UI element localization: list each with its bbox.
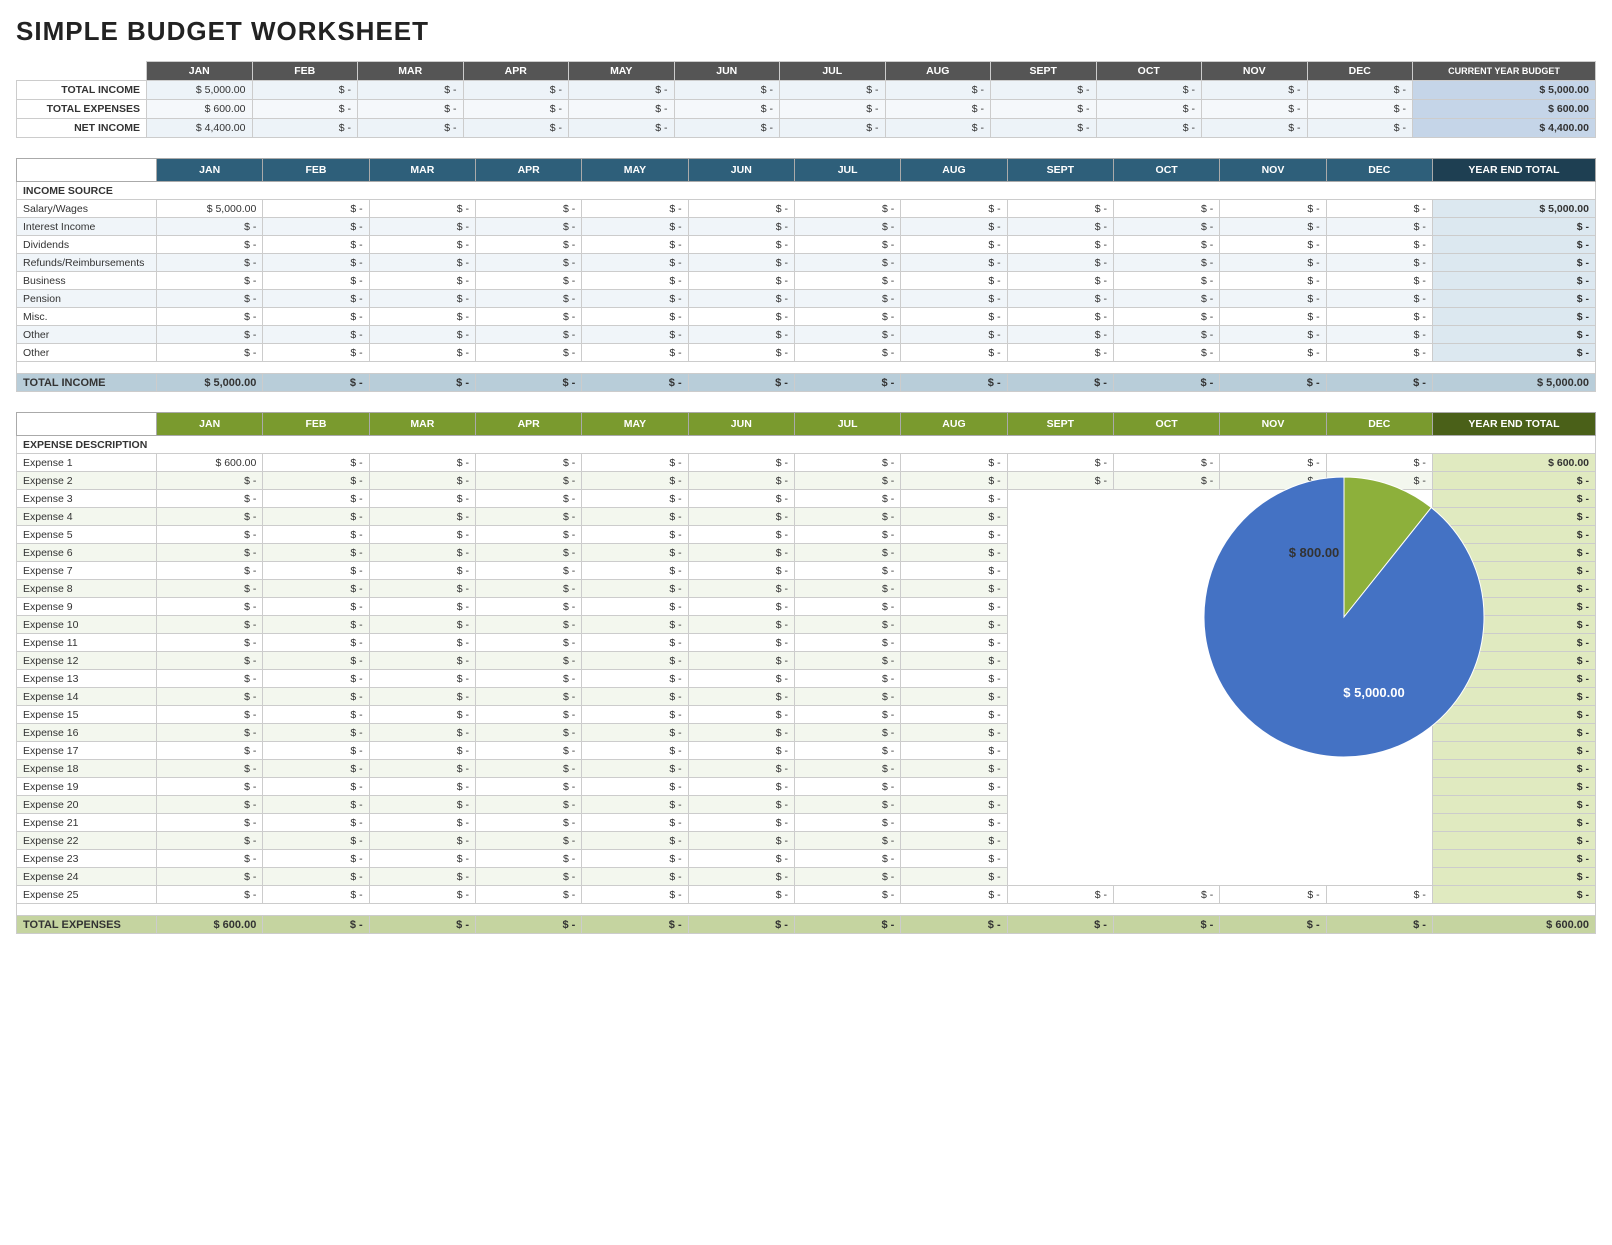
income-table: INCOMEJANFEBMARAPRMAYJUNJULAUGSEPTOCTNOV… [16,158,1596,392]
summary-table: JANFEBMARAPRMAYJUNJULAUGSEPTOCTNOVDECCUR… [16,61,1596,138]
expenses-section: EXPENSESJANFEBMARAPRMAYJUNJULAUGSEPTOCTN… [16,412,1596,934]
page-title: SIMPLE BUDGET WORKSHEET [16,16,1596,47]
expenses-table: EXPENSESJANFEBMARAPRMAYJUNJULAUGSEPTOCTN… [16,412,1596,934]
summary-section: JANFEBMARAPRMAYJUNJULAUGSEPTOCTNOVDECCUR… [16,61,1596,138]
income-section: INCOMEJANFEBMARAPRMAYJUNJULAUGSEPTOCTNOV… [16,158,1596,392]
